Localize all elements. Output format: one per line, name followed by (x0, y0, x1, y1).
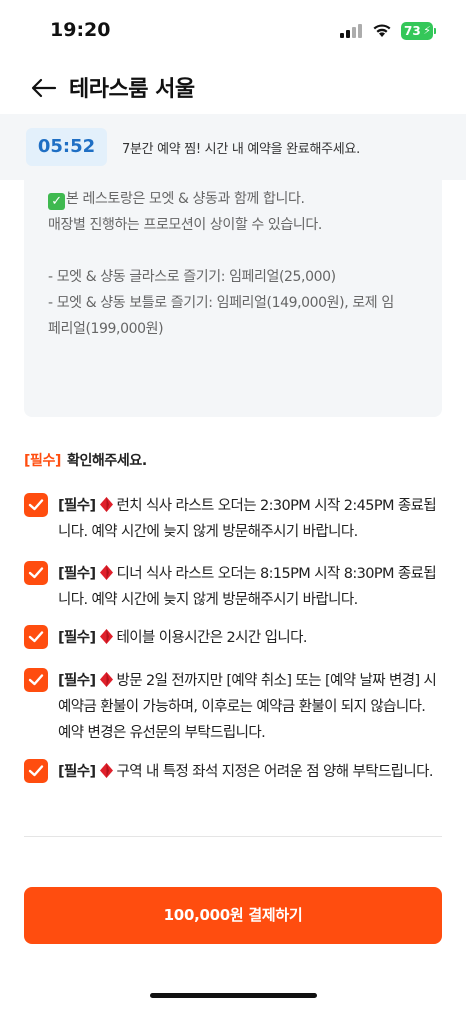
header: 테라스룸 서울 (0, 62, 466, 112)
required-tag: [필수] (58, 764, 96, 780)
notice-line: - 모엣 & 샹동 글라스로 즐기기: 임페리얼(25,000) (48, 269, 336, 285)
required-tag: [필수] (58, 566, 96, 582)
agreement-checkbox[interactable] (24, 668, 48, 692)
timer-message: 7분간 예약 찜! 시간 내 예약을 완료해주세요. (122, 142, 360, 157)
confirm-heading-text: 확인해주세요. (66, 453, 147, 469)
status-time: 19:20 (50, 19, 111, 41)
agreement-text: [필수] 런치 식사 라스트 오더는 2:30PM 시작 2:45PM 종료됩니다… (58, 497, 437, 540)
notice-line: ✓ 본 레스토랑은 모엣 & 샹동과 함께 합니다. (48, 186, 418, 212)
red-diamond-icon (99, 763, 113, 778)
status-bar: 19:20 73 ⚡ (0, 0, 466, 62)
battery-icon: 73 ⚡ (401, 22, 433, 40)
check-icon (28, 674, 44, 686)
home-indicator (150, 993, 317, 998)
red-diamond-icon (99, 672, 113, 687)
required-tag: [필수] (24, 453, 61, 469)
section-divider (24, 836, 442, 837)
promotion-notice: ✓ 본 레스토랑은 모엣 & 샹동과 함께 합니다. 매장별 진행하는 프로모션이… (24, 180, 442, 417)
check-icon (28, 631, 44, 643)
notice-line: 페리얼(199,000원) (48, 321, 164, 337)
arrow-left-icon (31, 78, 57, 98)
back-button[interactable] (28, 70, 60, 102)
page-title: 테라스룸 서울 (69, 77, 195, 102)
notice-line: - 모엣 & 샹동 보틀로 즐기기: 임페리얼(149,000원), 로제 임 (48, 295, 394, 311)
notice-line: 매장별 진행하는 프로모션이 상이할 수 있습니다. (48, 217, 322, 233)
agreement-text: [필수] 디너 식사 라스트 오더는 8:15PM 시작 8:30PM 종료됩니다… (58, 565, 437, 608)
signal-icon (340, 24, 364, 38)
agreement-checkbox[interactable] (24, 625, 48, 649)
check-icon (28, 499, 44, 511)
agreement-checkbox[interactable] (24, 493, 48, 517)
agreement-checkbox[interactable] (24, 759, 48, 783)
wifi-icon (373, 24, 391, 37)
pay-button[interactable]: 100,000원 결제하기 (24, 887, 442, 944)
required-tag: [필수] (58, 498, 96, 514)
charging-icon: ⚡ (423, 24, 431, 37)
battery-cap (434, 28, 436, 34)
red-diamond-icon (99, 565, 113, 580)
check-mark-icon: ✓ (48, 193, 65, 210)
reservation-timer-bar: 05:52 7분간 예약 찜! 시간 내 예약을 완료해주세요. (0, 114, 466, 180)
agreement-checkbox[interactable] (24, 561, 48, 585)
battery-level: 73 (404, 24, 421, 38)
agreement-text: [필수] 구역 내 특정 좌석 지정은 어려운 점 양해 부탁드립니다. (58, 763, 434, 780)
confirm-heading: [필수] 확인해주세요. (24, 450, 147, 470)
red-diamond-icon (99, 629, 113, 644)
agreement-text: [필수] 테이블 이용시간은 2시간 입니다. (58, 629, 307, 646)
required-tag: [필수] (58, 673, 96, 689)
check-icon (28, 765, 44, 777)
countdown-timer: 05:52 (26, 128, 107, 166)
red-diamond-icon (99, 497, 113, 512)
agreement-text: [필수] 방문 2일 전까지만 [예약 취소] 또는 [예약 날짜 변경] 시 예… (58, 672, 437, 741)
required-tag: [필수] (58, 630, 96, 646)
check-icon (28, 567, 44, 579)
